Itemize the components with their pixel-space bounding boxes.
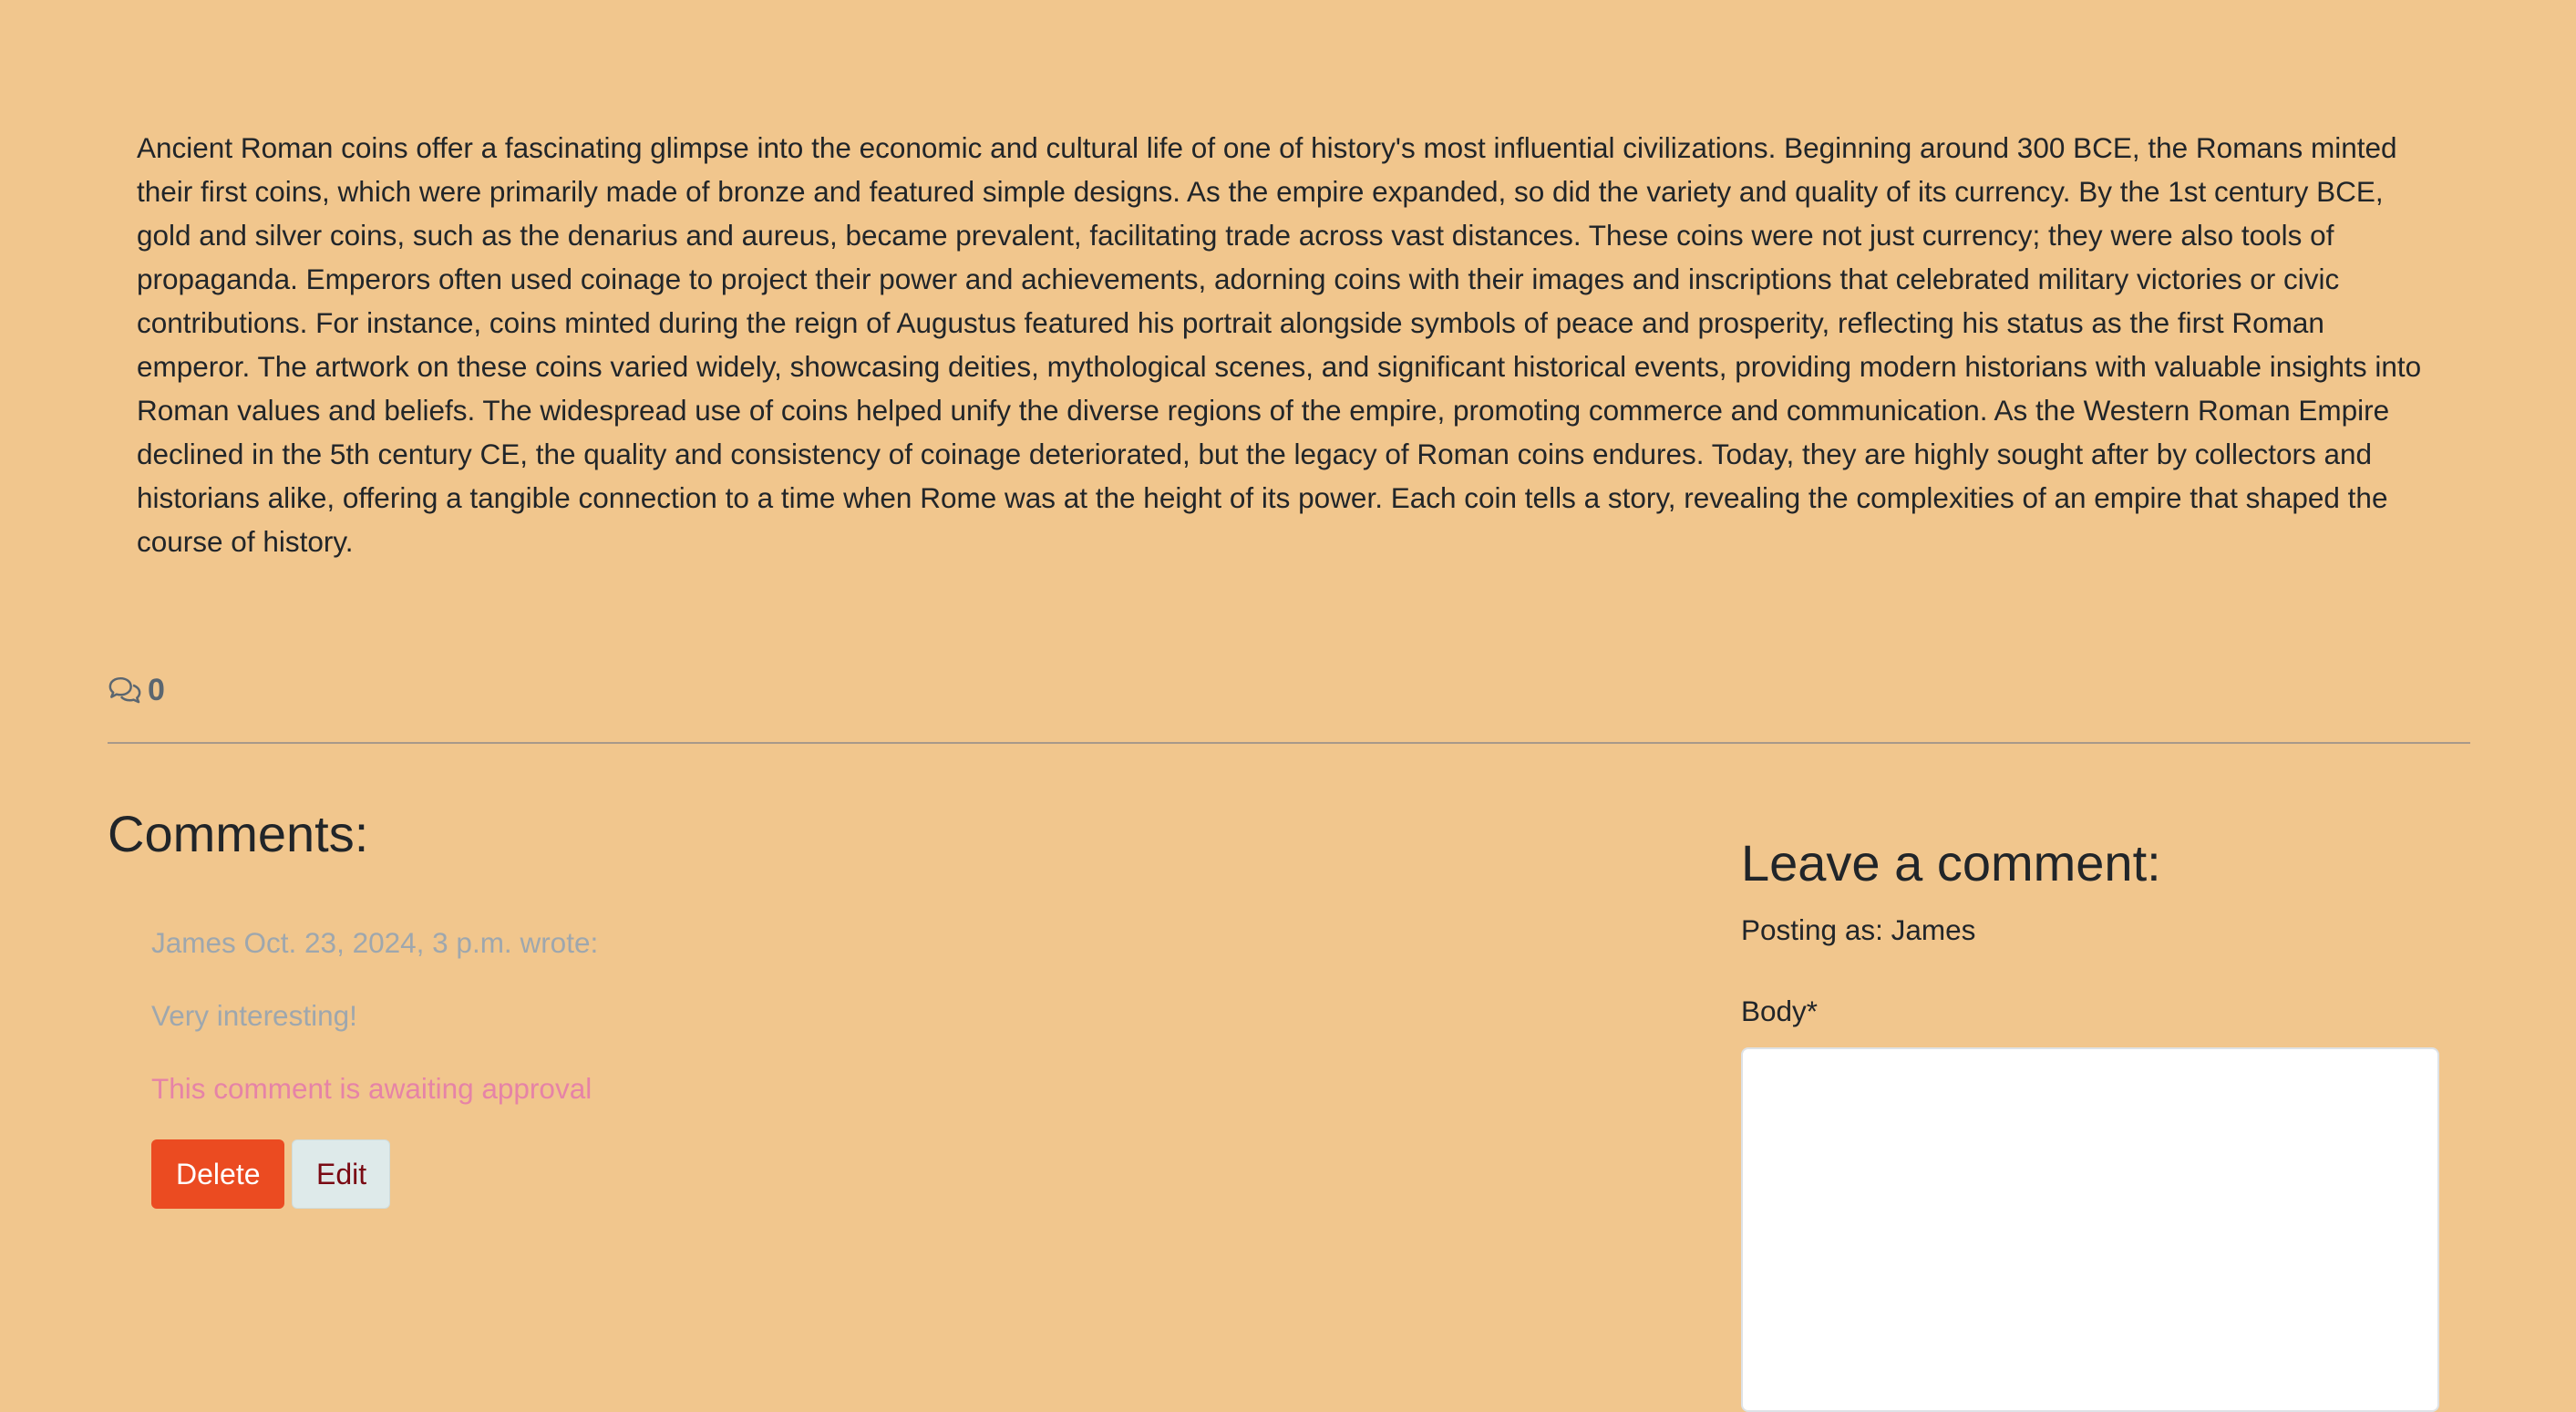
comment-meta: James Oct. 23, 2024, 3 p.m. wrote: [151, 926, 599, 959]
comment-text: Very interesting! [151, 999, 357, 1032]
divider [108, 742, 2470, 744]
comment-actions: Delete Edit [151, 1139, 598, 1209]
comment-item: James Oct. 23, 2024, 3 p.m. wrote: Very … [151, 921, 598, 1209]
comment-count: 0 [108, 671, 165, 709]
comment-count-value: 0 [148, 672, 165, 707]
article-body: Ancient Roman coins offer a fascinating … [137, 131, 2422, 558]
comment-body-input[interactable] [1741, 1047, 2439, 1412]
posting-as-text: Posting as: James [1741, 913, 1976, 946]
comment-status: This comment is awaiting approval [151, 1072, 592, 1105]
comments-heading: Comments: [108, 805, 369, 862]
delete-comment-button[interactable]: Delete [151, 1139, 284, 1209]
comments-icon [108, 676, 141, 704]
leave-comment-heading: Leave a comment: [1741, 834, 2161, 892]
edit-comment-button[interactable]: Edit [292, 1139, 390, 1209]
body-label: Body* [1741, 995, 1819, 1027]
